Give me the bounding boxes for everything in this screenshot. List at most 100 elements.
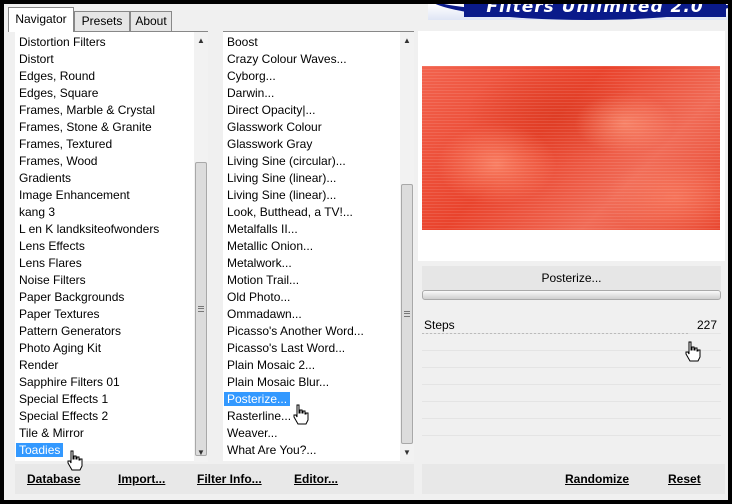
list-item[interactable]: Frames, Stone & Granite	[15, 119, 194, 136]
list-item[interactable]: Tile & Mirror	[15, 425, 194, 442]
list-item[interactable]: Crazy Colour Waves...	[223, 51, 400, 68]
list-item[interactable]: Direct Opacity|...	[223, 102, 400, 119]
list-item[interactable]: Weaver...	[223, 425, 400, 442]
filter-list-pane: Boost Crazy Colour Waves... Cyborg... Darwi…	[223, 31, 414, 462]
list-item[interactable]: Pattern Generators	[15, 323, 194, 340]
filter-info-button[interactable]: Filter Info...	[197, 464, 262, 494]
list-item-label: Living Sine (linear)...	[227, 188, 337, 202]
scroll-down-icon[interactable]: ▼	[194, 446, 208, 460]
import-button[interactable]: Import...	[118, 464, 165, 494]
filter-list[interactable]: Boost Crazy Colour Waves... Cyborg... Darwi…	[223, 34, 400, 459]
tab-navigator[interactable]: Navigator	[8, 7, 74, 32]
scroll-down-icon[interactable]: ▼	[400, 446, 414, 460]
list-item-label: Crazy Colour Waves...	[227, 52, 347, 66]
list-item[interactable]: Living Sine (circular)...	[223, 153, 400, 170]
list-item[interactable]: Cyborg...	[223, 68, 400, 85]
list-item-label: Living Sine (circular)...	[227, 154, 346, 168]
list-item[interactable]: Edges, Round	[15, 68, 194, 85]
list-item[interactable]: Noise Filters	[15, 272, 194, 289]
list-item[interactable]: Frames, Textured	[15, 136, 194, 153]
list-item-label: Plain Mosaic Blur...	[227, 375, 330, 389]
filter-progress-bar	[422, 290, 721, 300]
editor-button[interactable]: Editor...	[294, 464, 338, 494]
list-item-label: Frames, Textured	[19, 137, 113, 151]
list-item[interactable]: Render	[15, 357, 194, 374]
list-item[interactable]: Darwin...	[223, 85, 400, 102]
list-item[interactable]: Metalfalls II...	[223, 221, 400, 238]
category-scrollbar[interactable]: ▲ ▼	[194, 32, 208, 462]
list-item-label: Tile & Mirror	[19, 426, 84, 440]
tab-presets[interactable]: Presets	[74, 11, 130, 31]
list-item-label: Plain Mosaic 2...	[227, 358, 316, 372]
list-item[interactable]: Look, Butthead, a TV!...	[223, 204, 400, 221]
list-item[interactable]: Rasterline...	[223, 408, 400, 425]
list-item-label: Lens Effects	[19, 239, 85, 253]
list-item[interactable]: Glasswork Gray	[223, 136, 400, 153]
list-item[interactable]: Glasswork Colour	[223, 119, 400, 136]
list-item[interactable]: Plain Mosaic Blur...	[223, 374, 400, 391]
list-item[interactable]: Edges, Square	[15, 85, 194, 102]
list-item[interactable]: Special Effects 2	[15, 408, 194, 425]
list-item[interactable]: Lens Effects	[15, 238, 194, 255]
list-item-label: Glasswork Gray	[227, 137, 313, 151]
list-item-label: Sapphire Filters 01	[19, 375, 120, 389]
list-item-label: Metalwork...	[227, 256, 292, 270]
list-item-label: Rasterline...	[227, 409, 292, 423]
list-item[interactable]: Distort	[15, 51, 194, 68]
list-item[interactable]: Plain Mosaic 2...	[223, 357, 400, 374]
list-item[interactable]: Living Sine (linear)...	[223, 170, 400, 187]
tab-about[interactable]: About	[130, 11, 172, 31]
list-item-label: Posterize...	[224, 392, 291, 406]
list-item[interactable]: Paper Backgrounds	[15, 289, 194, 306]
list-item[interactable]: Metallic Onion...	[223, 238, 400, 255]
list-item-label: Edges, Round	[19, 69, 96, 83]
list-item[interactable]: What Are You?...	[223, 442, 400, 459]
list-item[interactable]: Picasso's Another Word...	[223, 323, 400, 340]
list-item[interactable]: Image Enhancement	[15, 187, 194, 204]
list-item[interactable]: Old Photo...	[223, 289, 400, 306]
scroll-up-icon[interactable]: ▲	[194, 34, 208, 48]
list-item[interactable]: kang 3	[15, 204, 194, 221]
list-item-label: What Are You?...	[227, 443, 317, 457]
list-item-label: Direct Opacity|...	[227, 103, 316, 117]
scroll-up-icon[interactable]: ▲	[400, 34, 414, 48]
banner: Filters Unlimited 2.0	[428, 4, 728, 20]
list-item[interactable]: Boost	[223, 34, 400, 51]
list-item[interactable]: Paper Textures	[15, 306, 194, 323]
list-item[interactable]: Distortion Filters	[15, 34, 194, 51]
randomize-button[interactable]: Randomize	[565, 464, 629, 494]
parameter-label: Steps	[424, 318, 455, 332]
list-item-label: Old Photo...	[227, 290, 291, 304]
reset-button[interactable]: Reset	[668, 464, 701, 494]
list-item[interactable]: Special Effects 1	[15, 391, 194, 408]
list-item[interactable]: Metalwork...	[223, 255, 400, 272]
list-item[interactable]: Photo Aging Kit	[15, 340, 194, 357]
list-item[interactable]: Gradients	[15, 170, 194, 187]
list-item[interactable]: Picasso's Last Word...	[223, 340, 400, 357]
grip-icon	[404, 311, 410, 317]
parameter-list: Steps 227	[422, 317, 721, 445]
list-item-label: Weaver...	[227, 426, 278, 440]
list-item-label: Gradients	[19, 171, 72, 185]
hand-cursor-icon	[67, 450, 83, 471]
list-item-label: Render	[19, 358, 59, 372]
list-item[interactable]: L en K landksiteofwonders	[15, 221, 194, 238]
list-item[interactable]: Toadies	[15, 442, 194, 459]
list-item[interactable]: Living Sine (linear)...	[223, 187, 400, 204]
category-list[interactable]: Distortion Filters Distort Edges, Round Edg…	[15, 34, 194, 459]
list-item[interactable]: Posterize...	[223, 391, 400, 408]
list-item[interactable]: Frames, Marble & Crystal	[15, 102, 194, 119]
list-item-label: Darwin...	[227, 86, 275, 100]
list-item[interactable]: Frames, Wood	[15, 153, 194, 170]
list-item[interactable]: Sapphire Filters 01	[15, 374, 194, 391]
list-item[interactable]: Ommadawn...	[223, 306, 400, 323]
list-item-label: Paper Backgrounds	[19, 290, 125, 304]
filter-scrollbar[interactable]: ▲ ▼	[400, 32, 414, 462]
list-item[interactable]: Lens Flares	[15, 255, 194, 272]
parameter-slider-track[interactable]	[422, 333, 689, 334]
list-item[interactable]: Motion Trail...	[223, 272, 400, 289]
scroll-thumb[interactable]	[401, 184, 413, 444]
parameter-row[interactable]: Steps 227	[422, 317, 721, 334]
hand-cursor-icon	[293, 404, 309, 425]
scroll-thumb[interactable]	[195, 162, 207, 456]
